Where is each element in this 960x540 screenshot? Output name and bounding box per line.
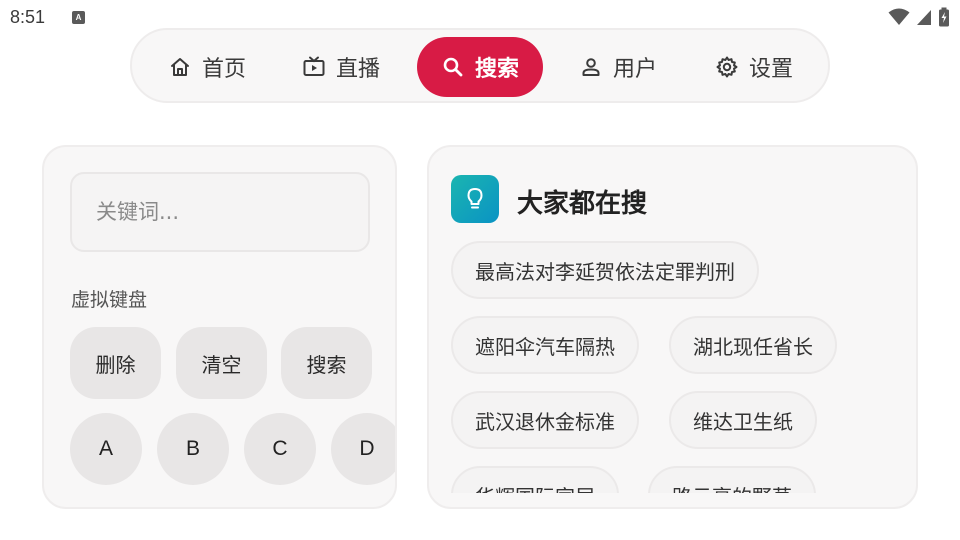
search-input[interactable] xyxy=(70,172,370,252)
keyboard-search-button[interactable]: 搜索 xyxy=(281,327,372,399)
lightbulb-icon xyxy=(451,175,499,223)
clear-button[interactable]: 清空 xyxy=(176,327,267,399)
notification-icon: A xyxy=(72,11,85,24)
key-c[interactable]: C xyxy=(244,413,316,485)
status-time: 8:51 xyxy=(10,7,46,27)
wifi-icon xyxy=(888,8,910,25)
nav-item-label: 用户 xyxy=(613,57,658,82)
nav-item-user[interactable]: 用户 xyxy=(579,37,657,97)
home-icon xyxy=(171,58,189,76)
trending-chip[interactable]: 路云亭的野草 xyxy=(648,466,816,493)
nav-item-settings[interactable]: 设置 xyxy=(715,37,793,97)
trending-chip[interactable]: 湖北现任省长 xyxy=(669,316,837,374)
search-icon xyxy=(443,57,463,77)
nav-item-label: 设置 xyxy=(749,57,794,82)
nav-item-label: 首页 xyxy=(202,57,247,82)
status-icons xyxy=(888,7,950,27)
key-b[interactable]: B xyxy=(157,413,229,485)
trending-chip[interactable]: 最高法对李延贺依法定罪判刑 xyxy=(451,241,759,299)
trending-list: 最高法对李延贺依法定罪判刑 遮阳伞汽车隔热 湖北现任省长 武汉退休金标准 维达卫… xyxy=(451,241,891,493)
search-panel: 虚拟键盘 删除 清空 搜索 A B C D xyxy=(42,145,397,509)
tv-icon xyxy=(303,56,325,76)
trending-chip[interactable]: 武汉退休金标准 xyxy=(451,391,639,449)
trending-panel: 大家都在搜 最高法对李延贺依法定罪判刑 遮阳伞汽车隔热 湖北现任省长 武汉退休金… xyxy=(427,145,918,509)
nav-item-home[interactable]: 首页 xyxy=(168,37,246,97)
trending-chip[interactable]: 维达卫生纸 xyxy=(669,391,817,449)
nav-item-label: 直播 xyxy=(336,57,381,82)
gear-icon xyxy=(716,56,738,78)
top-nav: 首页 直播 搜索 用户 设置 xyxy=(130,28,830,103)
delete-button[interactable]: 删除 xyxy=(70,327,161,399)
cell-signal-icon xyxy=(917,10,931,25)
key-d[interactable]: D xyxy=(331,413,395,485)
user-icon xyxy=(582,58,600,76)
virtual-keyboard-label: 虚拟键盘 xyxy=(71,289,148,311)
battery-icon xyxy=(939,7,949,27)
trending-chip[interactable]: 遮阳伞汽车隔热 xyxy=(451,316,639,374)
nav-item-label: 搜索 xyxy=(475,57,520,82)
trending-chip[interactable]: 华辉国际家居 xyxy=(451,466,619,493)
trending-title: 大家都在搜 xyxy=(517,189,648,219)
key-a[interactable]: A xyxy=(70,413,142,485)
nav-item-search[interactable]: 搜索 xyxy=(417,37,544,97)
nav-item-live[interactable]: 直播 xyxy=(302,37,380,97)
